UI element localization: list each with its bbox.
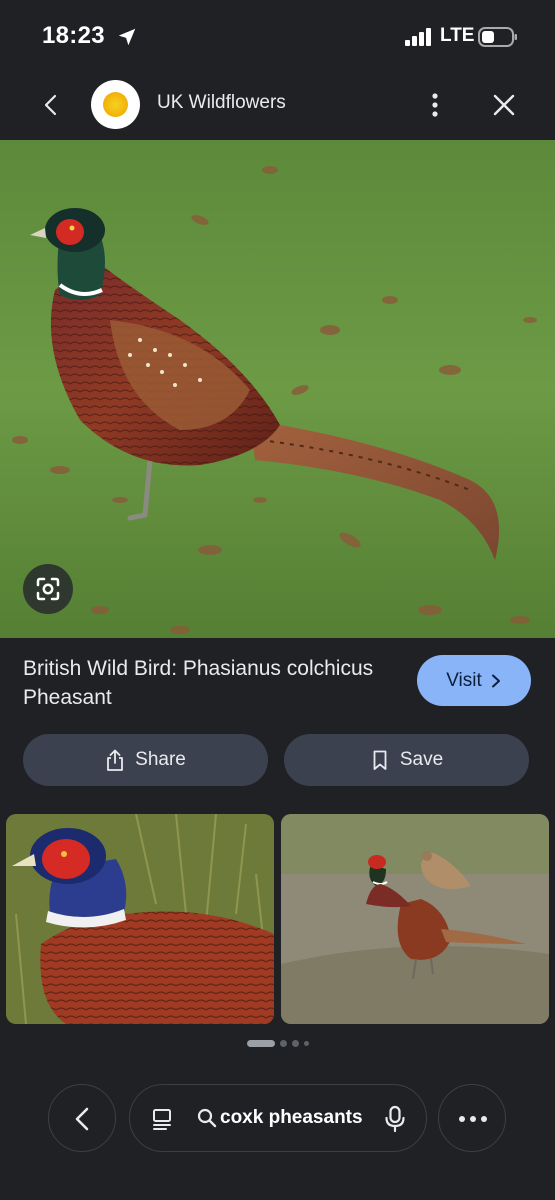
header: UK Wildflowers (0, 76, 555, 140)
main-pheasant-image[interactable] (0, 140, 555, 638)
network-type: LTE (440, 25, 475, 46)
related-image-2[interactable] (281, 814, 549, 1024)
tabs-icon[interactable] (150, 1106, 176, 1132)
pagination-dot (303, 1040, 309, 1046)
bookmark-icon (373, 750, 387, 770)
status-time: 18:23 (42, 22, 105, 49)
bottom-more-button[interactable] (438, 1084, 506, 1152)
bottom-back-button[interactable] (48, 1084, 116, 1152)
site-logo[interactable] (91, 80, 140, 129)
search-icon (197, 1108, 217, 1128)
more-horiz-icon (459, 1116, 487, 1122)
pheasant-closeup-photo (6, 814, 274, 1024)
back-icon (75, 1107, 89, 1131)
related-image-1[interactable] (6, 814, 274, 1024)
battery-icon (478, 27, 517, 47)
lens-icon (36, 577, 60, 601)
save-label: Save (399, 749, 444, 770)
site-title[interactable]: UK Wildflowers (157, 92, 286, 114)
mic-icon[interactable] (382, 1104, 408, 1134)
pagination-dot (279, 1039, 287, 1047)
pheasant-pair-photo (281, 814, 549, 1024)
share-button[interactable]: Share (23, 734, 268, 786)
back-arrow-icon[interactable] (36, 90, 66, 120)
chevron-right-icon (491, 674, 500, 687)
site-logo-flower (103, 92, 128, 117)
status-bar: 18:23 LTE (0, 0, 555, 76)
google-lens-button[interactable] (23, 564, 73, 614)
save-button[interactable]: Save (284, 734, 529, 786)
visit-button[interactable]: Visit (417, 655, 531, 706)
more-vert-icon[interactable] (424, 90, 446, 120)
search-query-text[interactable]: coxk pheasants (220, 1107, 363, 1129)
signal-icon (405, 28, 431, 46)
visit-label: Visit (446, 669, 482, 691)
search-bar[interactable]: coxk pheasants (129, 1084, 427, 1152)
pagination-dot-active (246, 1039, 275, 1047)
share-icon (107, 749, 124, 771)
close-icon[interactable] (489, 90, 519, 120)
share-label: Share (135, 749, 186, 770)
pagination-dot (291, 1039, 299, 1047)
location-arrow-icon (118, 28, 136, 46)
pagination-dots (0, 1038, 555, 1048)
pheasant-photo (0, 140, 555, 638)
image-title[interactable]: British Wild Bird: Phasianus colchicus P… (23, 654, 393, 712)
